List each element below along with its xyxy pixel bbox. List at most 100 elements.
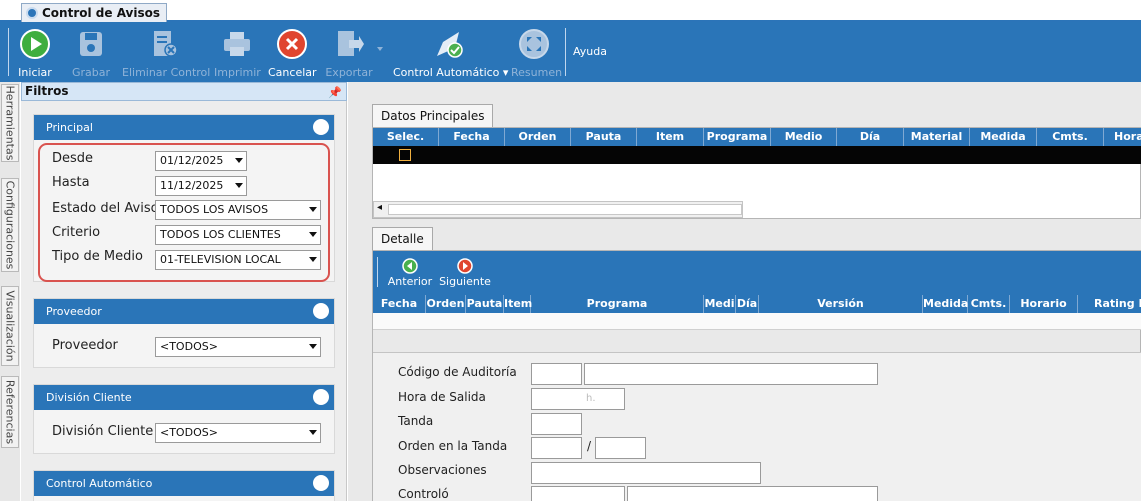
grid-column-header[interactable]: Item xyxy=(637,128,704,146)
table-row[interactable] xyxy=(373,146,1141,164)
orden-separator: / xyxy=(587,439,592,453)
eliminar-control-button[interactable]: Eliminar Control xyxy=(122,26,210,80)
datos-grid-header: Selec. Fecha Orden Pauta Item Programa M… xyxy=(373,128,1141,146)
grid-column-header[interactable]: Día xyxy=(736,295,759,313)
controlo-name-input[interactable] xyxy=(627,486,878,501)
proveedor-group-header[interactable]: Proveedor xyxy=(34,299,334,324)
orden-tanda-input[interactable] xyxy=(531,437,582,459)
grid-column-header[interactable]: Fecha xyxy=(373,295,426,313)
observaciones-label: Observaciones xyxy=(398,463,487,477)
observaciones-input[interactable] xyxy=(531,462,761,484)
chevron-down-icon: ▾ xyxy=(502,66,509,79)
division-cliente-group: División Cliente División Cliente <TODOS… xyxy=(33,384,335,454)
play-icon xyxy=(20,29,50,59)
grid-column-header[interactable]: Medida xyxy=(970,128,1037,146)
hora-salida-label: Hora de Salida xyxy=(398,390,486,404)
control-automatico-button[interactable]: Control Automático ▾ xyxy=(393,26,508,80)
delete-document-icon xyxy=(154,31,178,57)
detalle-nav-bar: Anterior Siguiente xyxy=(373,251,1141,295)
control-automatico-group: Control Automático xyxy=(33,470,335,501)
controlo-input[interactable] xyxy=(531,486,625,501)
grid-column-header[interactable]: Orden xyxy=(426,295,466,313)
imprimir-button[interactable]: Imprimir xyxy=(214,26,261,80)
ayuda-menu[interactable]: Ayuda xyxy=(573,45,607,58)
exportar-button[interactable]: Exportar xyxy=(324,26,374,80)
pin-icon[interactable]: 📌 xyxy=(328,84,342,101)
filtros-panel: Principal Desde 01/12/2025 Hasta 11/12/2… xyxy=(21,101,347,501)
detalle-form: Código de Auditoría Hora de Salida h. Ta… xyxy=(373,352,1141,501)
grid-column-header[interactable]: Orden xyxy=(505,128,571,146)
tanda-input[interactable] xyxy=(531,413,582,435)
codigo-auditoria-desc-input[interactable] xyxy=(584,363,878,385)
document-tab-strip: Control de Avisos xyxy=(0,0,1141,22)
side-tab-configuraciones[interactable]: Configuraciones xyxy=(1,178,19,272)
side-tab-referencias[interactable]: Referencias xyxy=(1,376,19,448)
toolbar-separator xyxy=(565,28,566,76)
grid-column-header[interactable]: Selec. xyxy=(373,128,439,146)
grid-column-header[interactable]: Pauta xyxy=(571,128,637,146)
grid-column-header[interactable]: Material xyxy=(904,128,970,146)
select-checkbox[interactable] xyxy=(399,149,411,161)
hora-salida-input[interactable]: h. xyxy=(531,388,625,410)
grid-column-header[interactable]: Rating P xyxy=(1078,295,1141,313)
next-icon xyxy=(457,258,473,274)
grid-column-header[interactable]: Fecha xyxy=(439,128,505,146)
grid-column-header[interactable]: Programa xyxy=(704,128,771,146)
auto-control-icon xyxy=(437,32,463,58)
side-tab-visualizacion[interactable]: Visualización xyxy=(1,286,19,366)
scrollbar-thumb[interactable] xyxy=(388,204,742,215)
app-icon xyxy=(26,7,38,19)
grid-column-header[interactable]: Item xyxy=(504,295,532,313)
document-tab[interactable]: Control de Avisos xyxy=(21,3,168,22)
siguiente-button[interactable]: Siguiente xyxy=(439,258,491,292)
filtros-title: Filtros xyxy=(25,84,69,98)
side-tab-herramientas[interactable]: Herramientas xyxy=(1,84,19,162)
grid-column-header[interactable]: Cmts. xyxy=(1037,128,1104,146)
proveedor-select[interactable]: <TODOS> xyxy=(155,337,321,357)
document-tab-title: Control de Avisos xyxy=(42,6,161,20)
grid-column-header[interactable]: Hora xyxy=(1104,128,1141,146)
grid-column-header[interactable]: Medio xyxy=(771,128,837,146)
resumen-button[interactable]: Resumen xyxy=(511,26,562,80)
toolbar: Iniciar Grabar Eliminar Control Imprimir xyxy=(0,22,1141,82)
division-cliente-label: División Cliente xyxy=(52,424,154,439)
toolbar-separator xyxy=(377,257,378,287)
grid-column-header[interactable]: Día xyxy=(837,128,904,146)
grid-column-header[interactable]: Cmts. xyxy=(968,295,1010,313)
principal-group-header[interactable]: Principal xyxy=(34,115,334,140)
grid-column-header[interactable]: Programa xyxy=(531,295,704,313)
detalle-grid-empty-row xyxy=(373,313,1141,330)
control-automatico-group-header[interactable]: Control Automático xyxy=(34,471,334,496)
tab-datos-principales[interactable]: Datos Principales xyxy=(372,104,494,127)
filtros-panel-header: Filtros 📌 xyxy=(21,82,347,101)
iniciar-button[interactable]: Iniciar xyxy=(14,26,56,80)
grid-column-header[interactable]: Medi xyxy=(704,295,736,313)
division-cliente-select[interactable]: <TODOS> xyxy=(155,423,321,443)
dropdown-arrow-icon xyxy=(309,344,317,349)
anterior-button[interactable]: Anterior xyxy=(387,258,433,292)
codigo-auditoria-input[interactable] xyxy=(531,363,582,385)
previous-icon xyxy=(402,258,418,274)
collapse-icon[interactable] xyxy=(313,119,329,135)
proveedor-label: Proveedor xyxy=(52,338,118,353)
horizontal-scrollbar[interactable]: ◂ xyxy=(373,201,743,218)
collapse-icon[interactable] xyxy=(313,475,329,491)
printer-icon xyxy=(224,32,250,56)
summary-icon xyxy=(519,29,549,59)
grabar-button[interactable]: Grabar xyxy=(68,26,114,80)
cancelar-button[interactable]: Cancelar xyxy=(268,26,317,80)
division-cliente-group-header[interactable]: División Cliente xyxy=(34,385,334,410)
tab-detalle[interactable]: Detalle xyxy=(372,227,433,250)
highlight-outline xyxy=(38,143,330,282)
grid-column-header[interactable]: Horario xyxy=(1010,295,1078,313)
exportar-dropdown-icon[interactable] xyxy=(377,47,383,51)
grid-column-header[interactable]: Medida xyxy=(923,295,968,313)
orden-tanda-total-input[interactable] xyxy=(595,437,646,459)
collapse-icon[interactable] xyxy=(313,389,329,405)
grid-column-header[interactable]: Versión xyxy=(759,295,923,313)
grid-column-header[interactable]: Pauta xyxy=(466,295,504,313)
scroll-left-icon[interactable]: ◂ xyxy=(377,202,382,213)
side-tabs: Herramientas Configuraciones Visualizaci… xyxy=(0,82,20,501)
orden-tanda-label: Orden en la Tanda xyxy=(398,439,508,453)
collapse-icon[interactable] xyxy=(313,303,329,319)
